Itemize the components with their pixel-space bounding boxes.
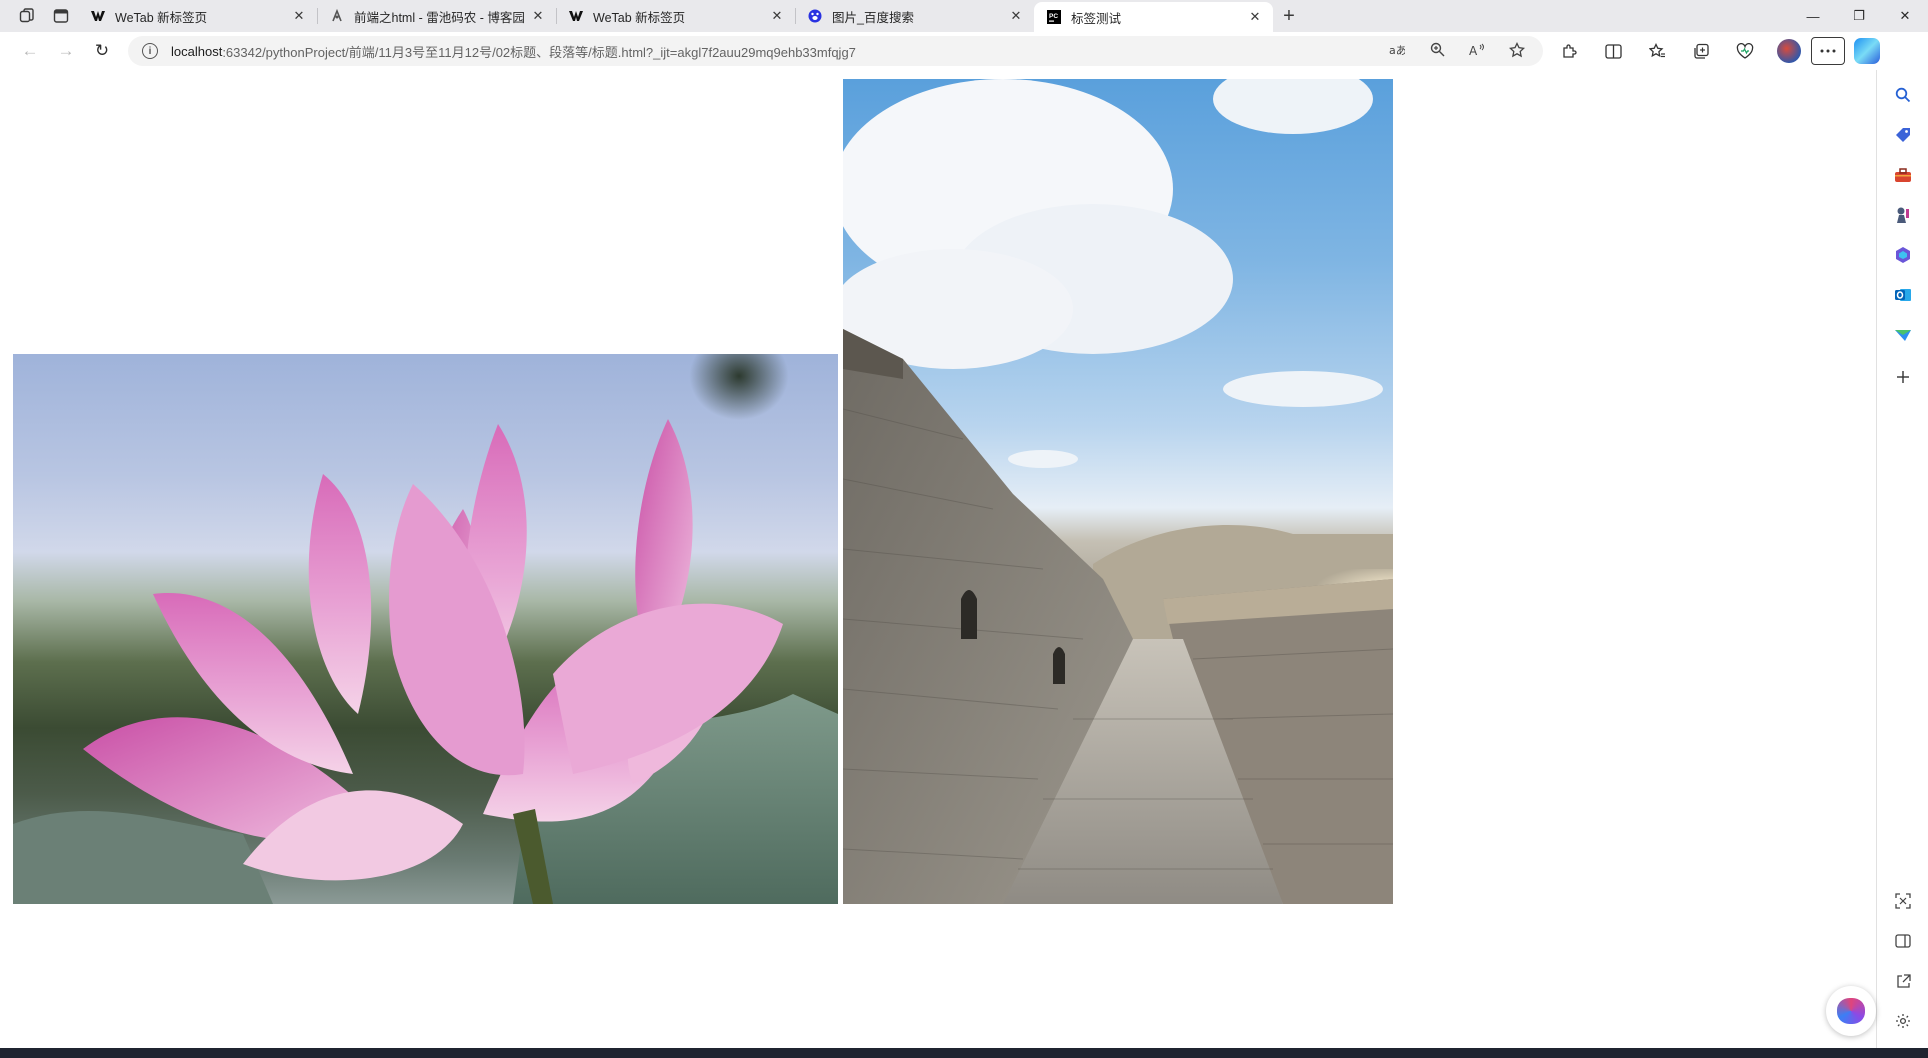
drop-icon[interactable] [1890,322,1916,348]
open-external-icon[interactable] [1890,968,1916,994]
tab-baidu-images[interactable]: 图片_百度搜索 ✕ [795,0,1034,32]
taskbar [0,1048,1928,1058]
restore-button[interactable]: ❐ [1836,0,1882,32]
url-host: localhost [171,43,223,59]
collections-icon[interactable] [1679,35,1723,67]
tab-title: WeTab 新标签页 [115,10,208,25]
copilot-icon [1854,38,1880,64]
favorites-icon[interactable] [1635,35,1679,67]
pycharm-icon: PC [1046,9,1062,25]
address-bar[interactable]: i localhost :63342/pythonProject/前端/11月3… [128,36,1543,66]
browser-toolbar: ← → ↻ i localhost :63342/pythonProject/前… [0,32,1928,70]
sidebar-toggle-icon[interactable] [1890,928,1916,954]
tab-cnblogs[interactable]: 前端之html - 雷池码农 - 博客园 ✕ [317,0,556,32]
settings-icon[interactable] [1890,1008,1916,1034]
tab-wetab-2[interactable]: WeTab 新标签页 ✕ [556,0,795,32]
address-actions: aあ A [1377,41,1543,61]
lotus-illustration [13,419,838,904]
close-icon[interactable]: ✕ [769,8,785,24]
search-icon[interactable] [1890,82,1916,108]
settings-more-button[interactable] [1811,37,1845,65]
tab-title: WeTab 新标签页 [593,10,686,25]
cnblogs-icon [329,8,345,24]
tab-title: 图片_百度搜索 [832,10,914,25]
translate-icon[interactable]: aあ [1377,43,1417,60]
screenshot-icon[interactable] [1890,888,1916,914]
extensions-icon[interactable] [1547,35,1591,67]
browser-essentials-icon[interactable] [1723,35,1767,67]
page-viewport [0,70,1876,1048]
lotus-photo [13,354,838,904]
close-icon[interactable]: ✕ [291,8,307,24]
zoom-icon[interactable] [1417,42,1457,60]
great-wall-photo [843,79,1393,904]
back-button[interactable]: ← [12,35,48,67]
floating-assistant-button[interactable] [1826,986,1876,1036]
games-icon[interactable] [1890,202,1916,228]
avatar [1777,39,1801,63]
close-window-button[interactable]: ✕ [1882,0,1928,32]
edge-sidebar [1876,70,1928,1048]
site-info-icon[interactable]: i [142,43,158,59]
baidu-paw-icon [807,8,823,24]
toolbar-icons [1547,35,1889,67]
wetab-icon [568,8,584,24]
svg-text:PC: PC [1049,13,1058,20]
window-controls: — ❐ ✕ [1790,0,1928,32]
split-screen-icon[interactable] [1591,35,1635,67]
close-icon[interactable]: ✕ [1247,9,1263,25]
favorite-star-icon[interactable] [1497,41,1537,61]
great-wall-illustration [843,79,1393,904]
tab-title: 标签测试 [1071,11,1122,26]
outlook-icon[interactable] [1890,282,1916,308]
forward-button[interactable]: → [48,35,84,67]
copilot-button[interactable] [1845,35,1889,67]
reload-button[interactable]: ↻ [84,35,120,67]
shopping-tag-icon[interactable] [1890,122,1916,148]
minimize-button[interactable]: — [1790,0,1836,32]
svg-text:aあ: aあ [1389,44,1405,57]
url-path: :63342/pythonProject/前端/11月3号至11月12号/02标… [222,44,856,60]
close-icon[interactable]: ✕ [1008,8,1024,24]
tab-actions-icon[interactable] [44,0,78,32]
tab-title: 前端之html - 雷池码农 - 博客园 [354,10,525,25]
microsoft365-icon[interactable] [1890,242,1916,268]
wetab-icon [90,8,106,24]
tab-strip: WeTab 新标签页 ✕ 前端之html - 雷池码农 - 博客园 ✕ WeTa… [0,0,1928,32]
brain-icon [1837,998,1865,1024]
toolbox-icon[interactable] [1890,162,1916,188]
close-icon[interactable]: ✕ [530,8,546,24]
profile-avatar[interactable] [1767,35,1811,67]
read-aloud-icon[interactable]: A [1457,43,1497,60]
tab-label-test[interactable]: PC 标签测试 ✕ [1034,2,1273,32]
add-icon[interactable] [1890,364,1916,390]
svg-text:A: A [1469,44,1478,57]
new-tab-button[interactable]: + [1273,0,1305,32]
tab-wetab-1[interactable]: WeTab 新标签页 ✕ [78,0,317,32]
workspaces-icon[interactable] [10,0,44,32]
